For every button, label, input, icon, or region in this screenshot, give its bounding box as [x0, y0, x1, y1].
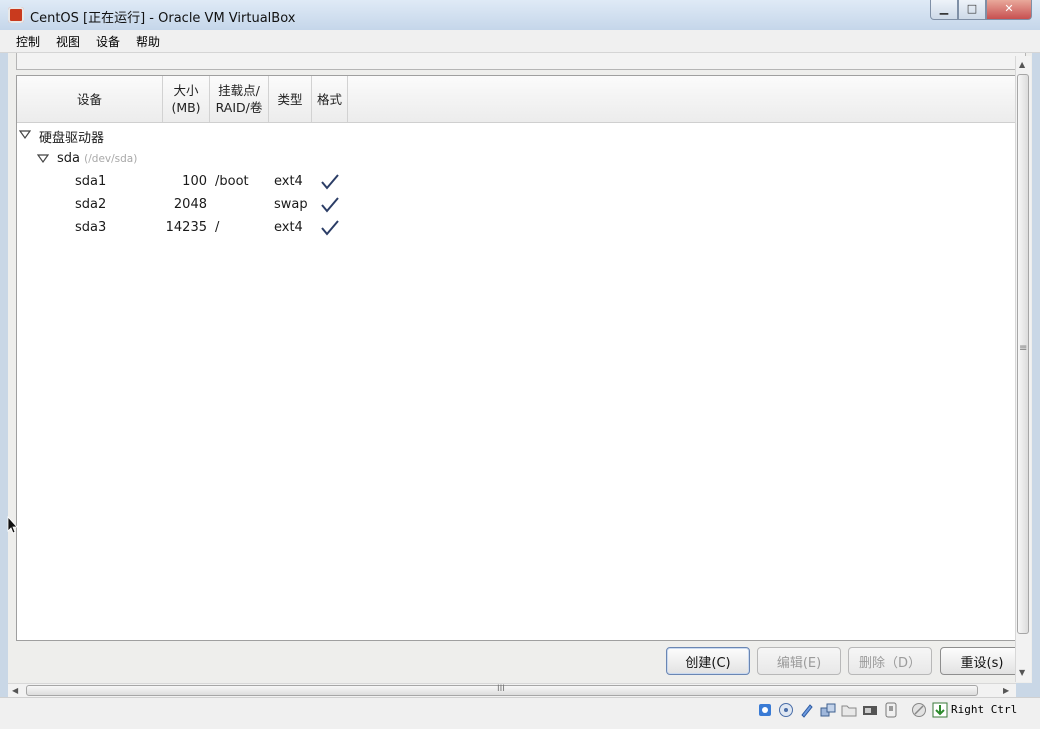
menu-bar: 控制 视图 设备 帮助: [0, 30, 1040, 53]
partition-size: 14235: [165, 220, 207, 235]
checkmark-icon: [321, 197, 339, 213]
column-header-size[interactable]: 大小 (MB): [163, 76, 210, 122]
status-bar: Right Ctrl: [0, 697, 1040, 729]
tree-group-hard-drives[interactable]: 硬盘驱动器: [39, 127, 104, 146]
partition-type: ext4: [274, 220, 303, 235]
grip-icon: III: [497, 684, 505, 694]
edit-button[interactable]: 编辑(E): [757, 647, 841, 675]
table-header: 设备 大小 (MB) 挂载点/ RAID/卷 类型 格式: [17, 76, 1017, 123]
menu-view[interactable]: 视图: [56, 33, 80, 50]
expand-triangle-icon[interactable]: [37, 153, 49, 165]
horizontal-scroll-thumb[interactable]: III: [26, 684, 978, 696]
usb-pen-icon[interactable]: [799, 702, 815, 718]
checkmark-icon: [321, 174, 339, 190]
tree-disk-sda[interactable]: sda (/dev/sda): [57, 151, 137, 166]
close-button[interactable]: ✕: [986, 0, 1032, 20]
scroll-down-arrow-icon[interactable]: ▼: [1019, 668, 1025, 677]
virtualbox-app-icon: [8, 7, 24, 23]
partition-device: sda1: [75, 174, 107, 189]
menu-control[interactable]: 控制: [16, 33, 40, 50]
shared-folder-icon[interactable]: [841, 702, 857, 718]
menu-devices[interactable]: 设备: [96, 33, 120, 50]
partition-device: sda2: [75, 197, 107, 212]
grip-icon: ≡: [1019, 343, 1028, 354]
maximize-button[interactable]: □: [958, 0, 986, 20]
window-controls: ▁ □ ✕: [930, 0, 1032, 20]
checkmark-icon: [321, 220, 339, 236]
partition-size: 2048: [173, 197, 207, 212]
column-header-format[interactable]: 格式: [312, 76, 348, 122]
window-title: CentOS [正在运行] - Oracle VM VirtualBox: [30, 11, 296, 26]
column-header-type[interactable]: 类型: [269, 76, 312, 122]
partition-type: ext4: [274, 174, 303, 189]
vm-display[interactable]: 设备 大小 (MB) 挂载点/ RAID/卷 类型 格式 硬盘驱动器 sda (…: [8, 53, 1032, 683]
host-key-arrow-icon[interactable]: [932, 702, 948, 718]
host-key-label: Right Ctrl: [951, 703, 1018, 716]
menu-help[interactable]: 帮助: [136, 33, 160, 50]
mouse-integration-icon[interactable]: [911, 702, 927, 718]
delete-button[interactable]: 删除（D）: [848, 647, 932, 675]
disk-name: sda: [57, 151, 80, 166]
column-header-device[interactable]: 设备: [17, 76, 163, 122]
vertical-scroll-thumb[interactable]: ≡: [1017, 74, 1029, 634]
partition-device: sda3: [75, 220, 107, 235]
horizontal-scrollbar[interactable]: ◀ III ▶: [8, 683, 1016, 698]
top-panel-strip: [16, 53, 1026, 70]
partition-type: swap: [274, 197, 308, 212]
usb-device-icon[interactable]: [883, 702, 899, 718]
scroll-right-arrow-icon[interactable]: ▶: [1003, 686, 1009, 695]
create-button[interactable]: 创建(C): [666, 647, 750, 675]
column-header-mount[interactable]: 挂载点/ RAID/卷: [210, 76, 269, 122]
reset-button[interactable]: 重设(s): [940, 647, 1024, 675]
optical-drive-icon[interactable]: [778, 702, 794, 718]
scroll-up-arrow-icon[interactable]: ▲: [1019, 60, 1025, 69]
partition-size: 100: [182, 174, 207, 189]
partition-mount: /boot: [215, 174, 249, 189]
mouse-cursor-icon: [7, 516, 17, 534]
minimize-button[interactable]: ▁: [930, 0, 958, 20]
vertical-scrollbar[interactable]: ▲ ≡ ▼: [1015, 56, 1031, 682]
network-icon[interactable]: [820, 702, 836, 718]
disk-path: (/dev/sda): [84, 153, 138, 165]
window-titlebar[interactable]: CentOS [正在运行] - Oracle VM VirtualBox ▁ □…: [0, 0, 1040, 31]
partition-mount: /: [215, 220, 220, 235]
video-capture-icon[interactable]: [862, 702, 878, 718]
hard-disk-icon[interactable]: [757, 702, 773, 718]
expand-triangle-icon[interactable]: [19, 129, 31, 141]
partition-table[interactable]: 设备 大小 (MB) 挂载点/ RAID/卷 类型 格式 硬盘驱动器 sda (…: [16, 75, 1018, 641]
scroll-left-arrow-icon[interactable]: ◀: [12, 686, 18, 695]
